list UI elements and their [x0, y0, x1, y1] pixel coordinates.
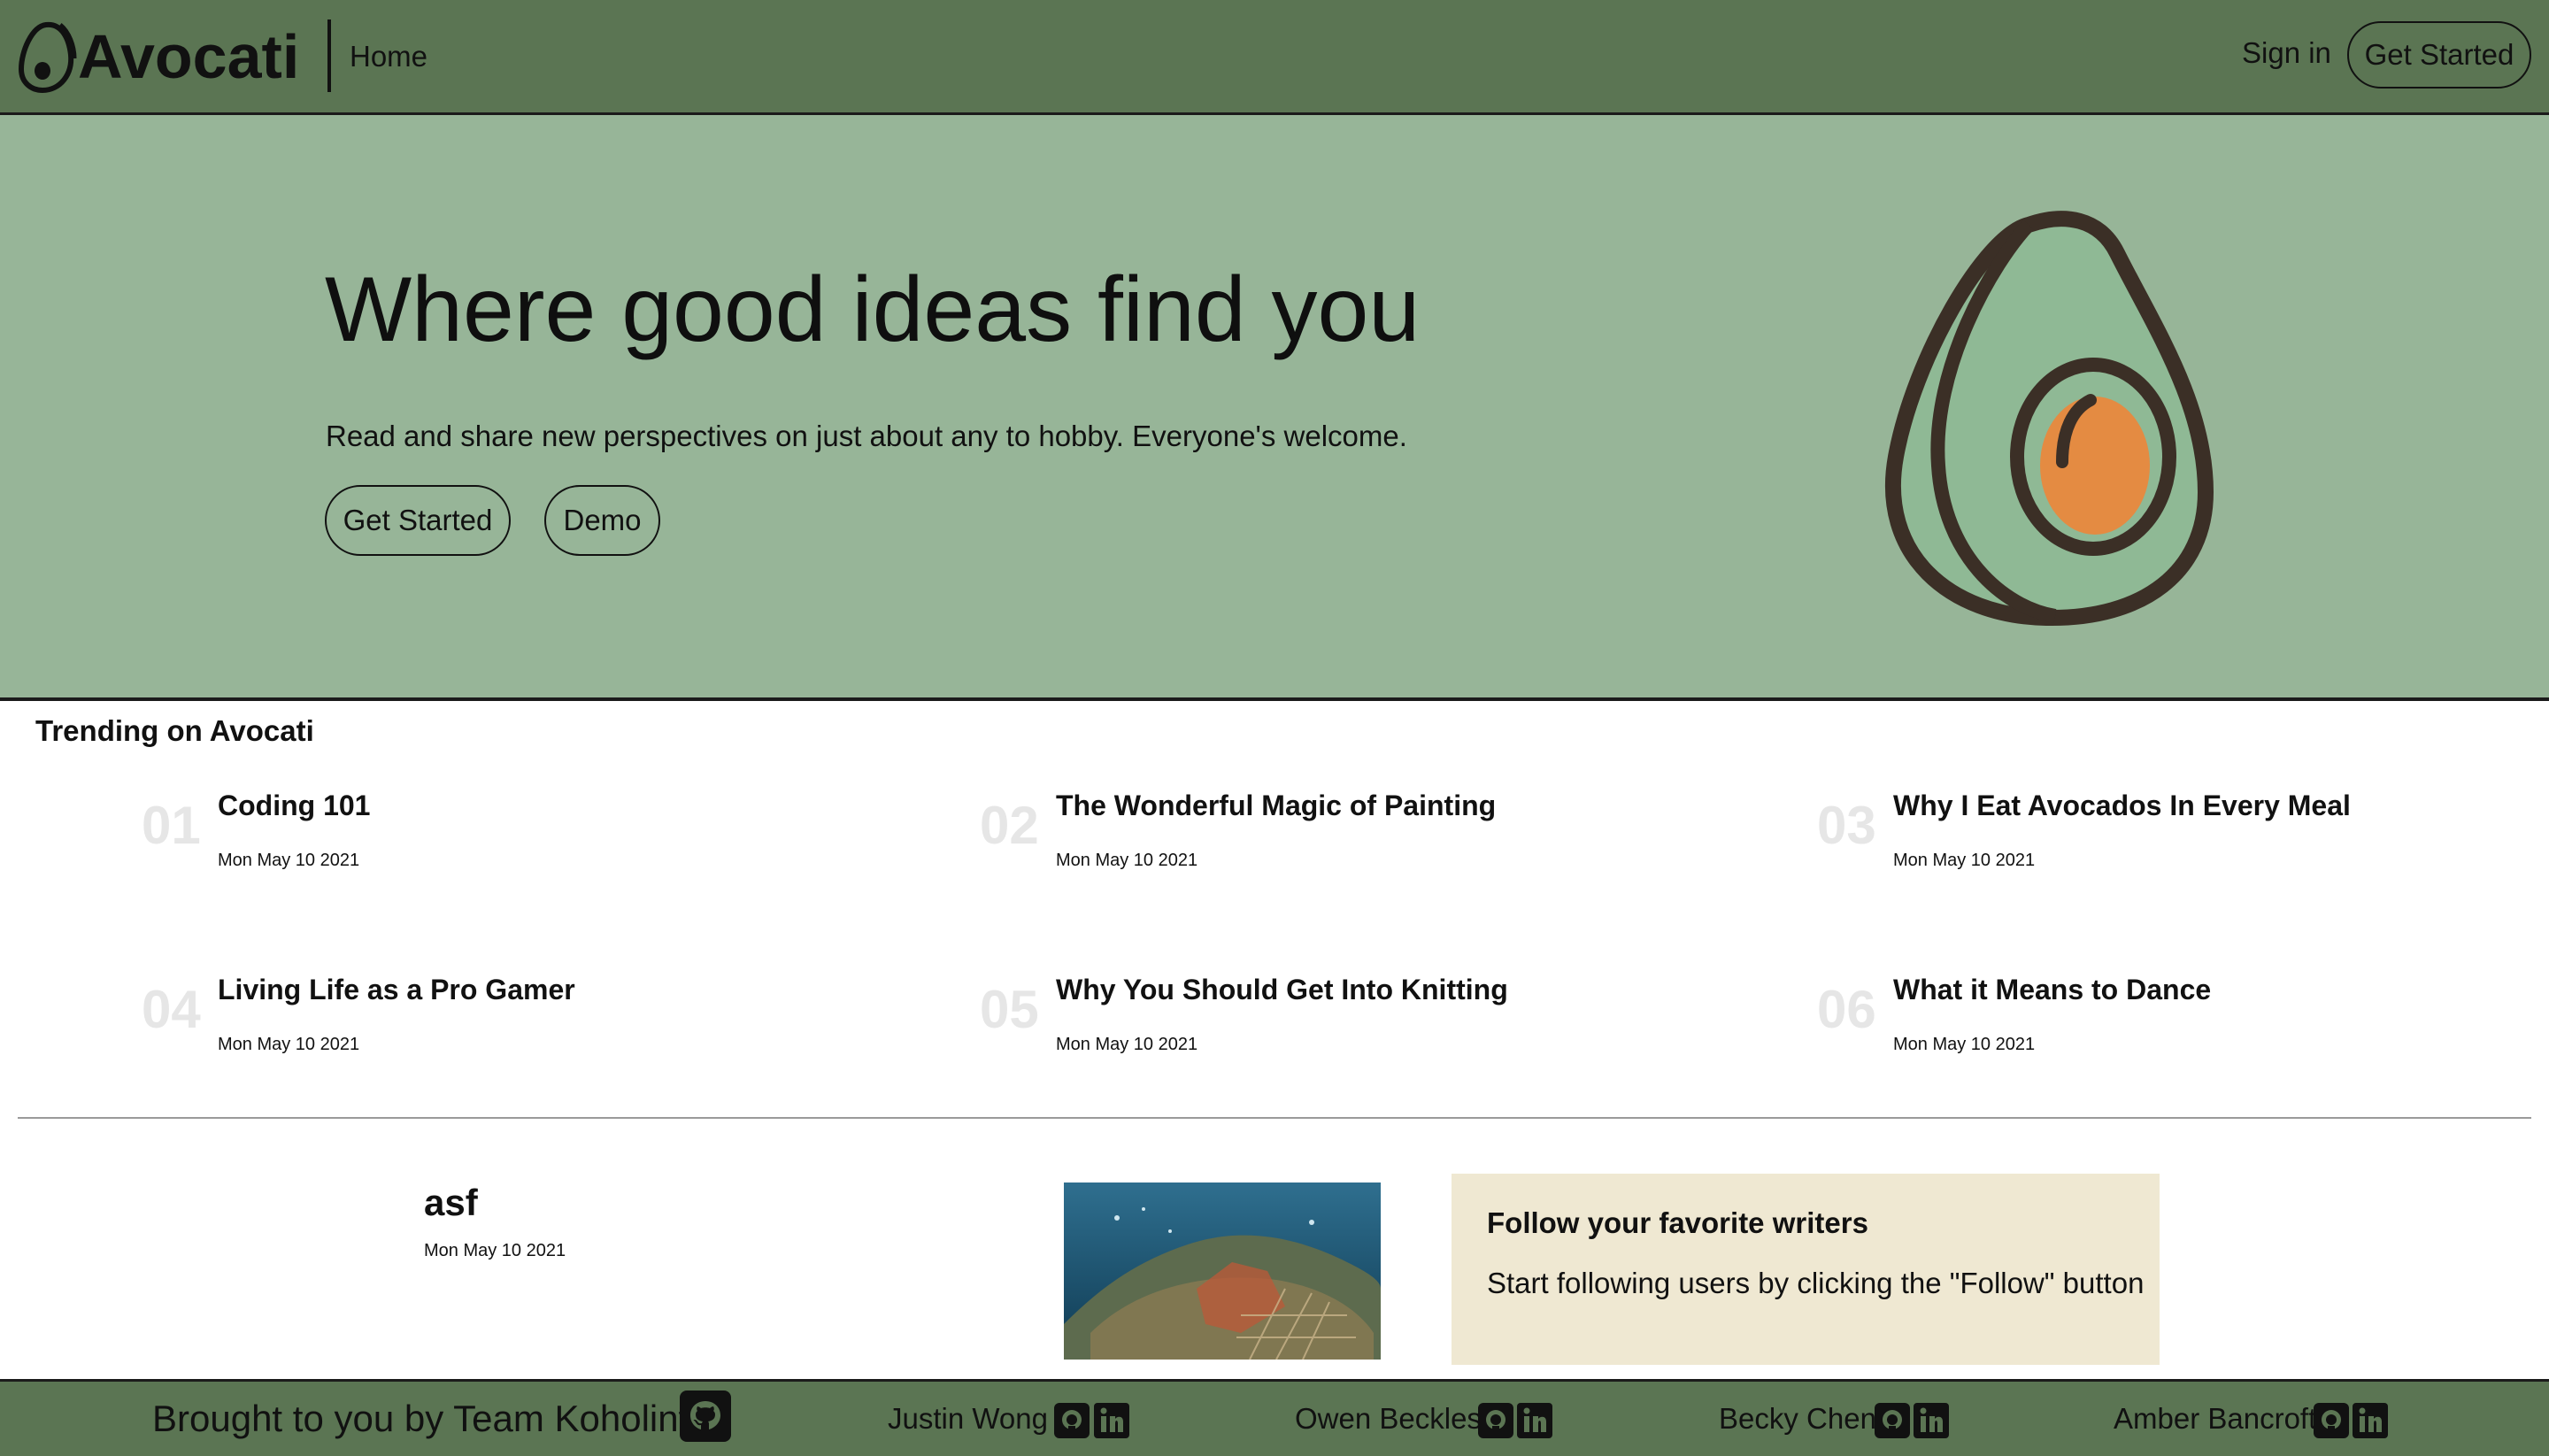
github-icon[interactable] [1875, 1403, 1910, 1438]
trending-item[interactable]: 04 Living Life as a Pro Gamer Mon May 10… [142, 972, 938, 1105]
linkedin-icon[interactable] [2353, 1403, 2388, 1438]
follow-card-text: Start following users by clicking the "F… [1487, 1267, 2145, 1299]
brand-name[interactable]: Avocati [78, 19, 299, 94]
sign-in-link[interactable]: Sign in [2242, 35, 2331, 71]
trending-date: Mon May 10 2021 [1893, 1035, 2036, 1054]
github-icon[interactable] [680, 1391, 731, 1442]
post-title[interactable]: asf [424, 1181, 478, 1225]
trending-item[interactable]: 02 The Wonderful Magic of Painting Mon M… [980, 788, 1776, 921]
avocado-logo-icon[interactable] [16, 19, 80, 94]
footer-brand-text: Brought to you by Team Koholint [152, 1398, 689, 1439]
trending-rank: 05 [980, 980, 1039, 1039]
hero-subtitle: Read and share new perspectives on just … [326, 420, 1407, 452]
trending-rank: 06 [1817, 980, 1876, 1039]
trending-date: Mon May 10 2021 [218, 851, 360, 870]
trending-item[interactable]: 06 What it Means to Dance Mon May 10 202… [1817, 972, 2543, 1105]
avocado-illustration-icon [1884, 211, 2214, 627]
section-divider [18, 1117, 2531, 1119]
header-get-started-button[interactable]: Get Started [2347, 21, 2531, 89]
trending-date: Mon May 10 2021 [218, 1035, 360, 1054]
follow-card-title: Follow your favorite writers [1487, 1206, 1868, 1239]
trending-title[interactable]: What it Means to Dance [1893, 972, 2211, 1007]
trending-date: Mon May 10 2021 [1056, 1035, 1198, 1054]
trending-title[interactable]: Coding 101 [218, 788, 370, 823]
team-member-name: Justin Wong [888, 1402, 1048, 1435]
trending-item[interactable]: 03 Why I Eat Avocados In Every Meal Mon … [1817, 788, 2543, 921]
follow-writers-card: Follow your favorite writers Start follo… [1452, 1174, 2160, 1365]
linkedin-icon[interactable] [1914, 1403, 1949, 1438]
github-icon[interactable] [1478, 1403, 1513, 1438]
nav-home-link[interactable]: Home [350, 39, 427, 74]
trending-title[interactable]: Why You Should Get Into Knitting [1056, 972, 1508, 1007]
hero-title: Where good ideas find you [325, 258, 1421, 361]
hero-get-started-button[interactable]: Get Started [325, 485, 511, 556]
team-member-name: Amber Bancroft [2114, 1402, 2317, 1435]
top-navbar: Avocati Home Sign in Get Started [0, 0, 2549, 115]
trending-title[interactable]: The Wonderful Magic of Painting [1056, 788, 1496, 823]
post-thumbnail-image[interactable] [1064, 1183, 1381, 1360]
team-member-name: Becky Chen [1719, 1402, 1876, 1435]
trending-date: Mon May 10 2021 [1056, 851, 1198, 870]
linkedin-icon[interactable] [1517, 1403, 1552, 1438]
trending-rank: 02 [980, 796, 1039, 855]
trending-rank: 03 [1817, 796, 1876, 855]
linkedin-icon[interactable] [1094, 1403, 1129, 1438]
trending-item[interactable]: 01 Coding 101 Mon May 10 2021 [142, 788, 938, 921]
trending-title[interactable]: Living Life as a Pro Gamer [218, 972, 575, 1007]
trending-title[interactable]: Why I Eat Avocados In Every Meal [1893, 788, 2351, 823]
trending-rank: 04 [142, 980, 201, 1039]
footer: Brought to you by Team Koholint Justin W… [0, 1379, 2549, 1456]
trending-rank: 01 [142, 796, 201, 855]
nav-divider [327, 19, 331, 92]
trending-heading: Trending on Avocati [35, 714, 314, 747]
team-member-name: Owen Beckles [1295, 1402, 1482, 1435]
trending-date: Mon May 10 2021 [1893, 851, 2036, 870]
github-icon[interactable] [2314, 1403, 2349, 1438]
demo-button[interactable]: Demo [544, 485, 660, 556]
github-icon[interactable] [1054, 1403, 1090, 1438]
trending-item[interactable]: 05 Why You Should Get Into Knitting Mon … [980, 972, 1776, 1105]
post-date: Mon May 10 2021 [424, 1241, 566, 1260]
hero-section: Where good ideas find you Read and share… [0, 115, 2549, 701]
